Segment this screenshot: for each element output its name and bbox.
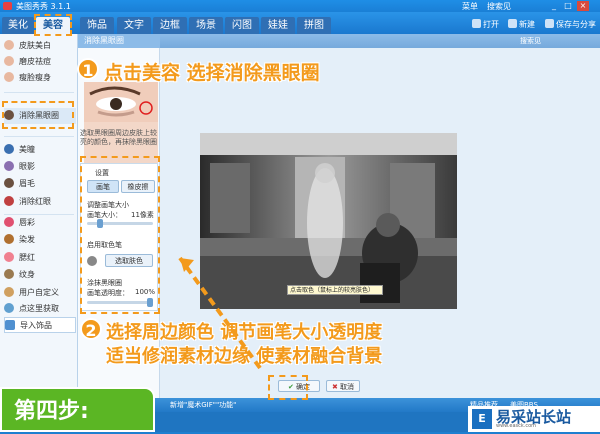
tab-frame[interactable]: 边框 <box>153 17 187 34</box>
new-button[interactable]: 新建 <box>508 19 535 30</box>
minimize-icon[interactable]: _ <box>548 1 560 11</box>
step1-instruction: 点击美容 选择消除黑眼圈 <box>104 62 320 84</box>
save-share-button[interactable]: 保存与分享 <box>545 19 596 30</box>
panel-title: 消除黑眼圈 <box>78 34 160 48</box>
tab-scene[interactable]: 场景 <box>189 17 223 34</box>
download-icon <box>4 303 14 313</box>
user-link[interactable]: 搜索见 <box>487 1 511 12</box>
sidebar-item-tattoo[interactable]: 纹身 <box>4 267 76 283</box>
panel-description: 选取黑眼圈周边皮肤上较亮的颜色，再抹除黑眼圈 <box>80 129 157 146</box>
main-header: 搜索见 <box>160 34 600 48</box>
logo-url: www.easck.com <box>496 423 537 429</box>
sidebar-item-lip[interactable]: 唇彩 <box>4 215 76 231</box>
face-icon <box>4 40 14 50</box>
step-label: 第四步: <box>0 387 155 432</box>
logo-mark: E <box>472 409 492 429</box>
sidebar-item-whiten[interactable]: 皮肤美白 <box>4 38 76 54</box>
help-link[interactable]: 搜索见 <box>520 36 541 46</box>
divider <box>4 136 74 137</box>
tab-collage[interactable]: 拼图 <box>297 17 331 34</box>
app-logo-icon <box>3 2 12 10</box>
lips-icon <box>4 217 14 227</box>
sidebar-item-slim[interactable]: 瘦脸瘦身 <box>4 70 76 86</box>
folder-icon <box>472 19 481 28</box>
eye-sample-image <box>84 82 158 164</box>
title-bar: 美图秀秀 3.1.1 菜单 搜索见 _ □ × <box>0 0 600 12</box>
eye-icon <box>4 144 14 154</box>
plus-icon <box>508 19 517 28</box>
site-logo: E 易采站长站 www.easck.com <box>468 406 600 432</box>
maximize-icon[interactable]: □ <box>562 1 574 11</box>
tab-flash[interactable]: 闪图 <box>225 17 259 34</box>
tab-doll[interactable]: 娃娃 <box>261 17 295 34</box>
eyebrow-icon <box>4 178 14 188</box>
tab-beautify[interactable]: 美化 <box>2 17 34 34</box>
cancel-button[interactable]: ✖ 取消 <box>326 380 360 392</box>
sidebar-item-red-eye[interactable]: 消除红眼 <box>4 194 76 210</box>
sidebar-item-eyeshadow[interactable]: 眼影 <box>4 159 76 175</box>
color-pick-tooltip: 点击取色（鼠标上的较亮肤色） <box>287 285 383 295</box>
open-button[interactable]: 打开 <box>472 19 499 30</box>
tattoo-icon <box>4 269 14 279</box>
highlight-ok <box>268 375 308 400</box>
user-icon <box>4 287 14 297</box>
eye-illustration <box>84 82 158 122</box>
import-ornament-button[interactable]: 导入饰品 <box>4 317 76 333</box>
highlight-beauty-tab <box>34 14 72 36</box>
eye-icon <box>4 161 14 171</box>
tab-bar: 美化 美容 饰品 文字 边框 场景 闪图 娃娃 拼图 打开 新建 保存与分享 <box>0 12 600 34</box>
import-icon <box>5 320 15 330</box>
divider <box>4 92 74 93</box>
body-icon <box>4 72 14 82</box>
sidebar-item-eyebrow[interactable]: 眉毛 <box>4 176 76 192</box>
sidebar-item-smooth[interactable]: 磨皮祛痘 <box>4 54 76 70</box>
tab-text[interactable]: 文字 <box>117 17 151 34</box>
cancel-icon: ✖ <box>331 383 338 391</box>
sidebar: 皮肤美白 磨皮祛痘 瘦脸瘦身 消除黑眼圈 美瞳 眼影 眉毛 消除红眼 唇彩 染发… <box>0 34 78 398</box>
hair-icon <box>4 234 14 244</box>
blush-icon <box>4 252 14 262</box>
step-number-2: 2 <box>80 318 102 340</box>
arrow-annotation <box>178 256 262 370</box>
close-icon[interactable]: × <box>577 1 589 11</box>
step-number-1: 1 <box>77 58 99 80</box>
tab-ornament[interactable]: 饰品 <box>80 17 114 34</box>
sidebar-item-hair[interactable]: 染发 <box>4 232 76 248</box>
menu-button[interactable]: 菜单 <box>462 1 478 12</box>
eye-icon <box>4 196 14 206</box>
app-title: 美图秀秀 3.1.1 <box>16 2 71 11</box>
highlight-settings <box>80 156 160 314</box>
sidebar-item-get-more[interactable]: 点这里获取 <box>4 301 76 317</box>
highlight-dark-circles <box>2 101 74 129</box>
sidebar-item-blush[interactable]: 腮红 <box>4 250 76 266</box>
sidebar-item-custom[interactable]: 用户自定义 <box>4 285 76 301</box>
save-icon <box>545 19 554 28</box>
face-icon <box>4 56 14 66</box>
status-news[interactable]: 新增"魔术GIF""功能" <box>170 400 236 410</box>
sidebar-item-pupil[interactable]: 美瞳 <box>4 142 76 158</box>
